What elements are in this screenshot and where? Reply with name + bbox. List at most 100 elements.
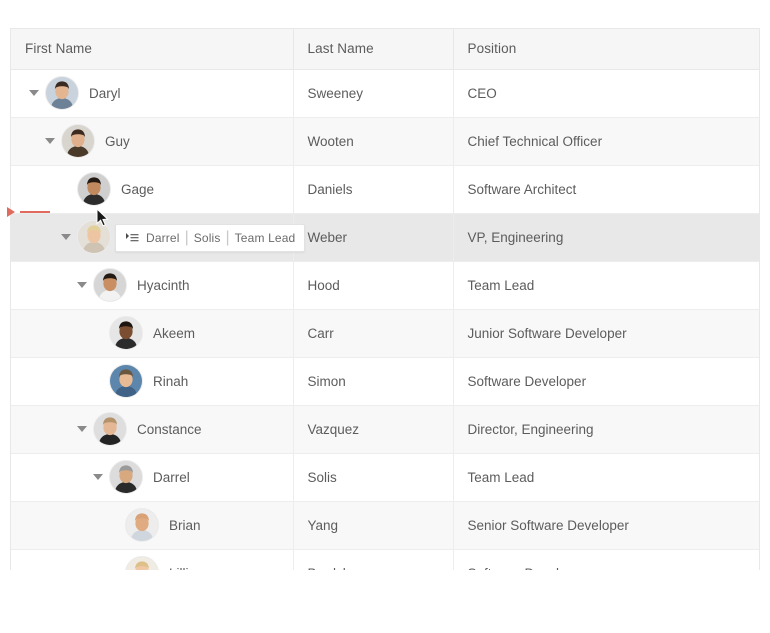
cell-first-name[interactable]: Guy	[11, 117, 294, 166]
tree-toggle-placeholder	[57, 180, 75, 198]
person-first-name: Rinah	[153, 373, 189, 389]
cell-position[interactable]: Software Developer	[453, 549, 759, 570]
cell-position[interactable]: Chief Technical Officer	[453, 117, 759, 166]
cell-last-name[interactable]: Carr	[293, 309, 454, 358]
table-row[interactable]: Daryl Sweeney CEO	[11, 69, 759, 118]
cell-last-name[interactable]: Vazquez	[293, 405, 454, 454]
tree-toggle-placeholder	[105, 516, 123, 534]
cell-first-name[interactable]: Gage	[11, 165, 294, 214]
cell-position[interactable]: Software Developer	[453, 357, 759, 406]
cell-first-name[interactable]: Constance	[11, 405, 294, 454]
person-first-name: Guy	[105, 133, 130, 149]
cell-last-name[interactable]: Simon	[293, 357, 454, 406]
cell-first-name[interactable]: Daryl	[11, 69, 294, 118]
avatar	[125, 556, 159, 570]
caret-down-icon	[29, 90, 39, 96]
table-row[interactable]: Guy Wooten Chief Technical Officer	[11, 117, 759, 166]
caret-down-icon	[45, 138, 55, 144]
caret-down-icon	[77, 426, 87, 432]
expand-collapse-toggle[interactable]	[73, 420, 91, 438]
person-first-name: Lillian	[169, 566, 204, 571]
cell-position[interactable]: Team Lead	[453, 261, 759, 310]
avatar	[125, 508, 159, 542]
table-row[interactable]: Akeem Carr Junior Software Developer	[11, 309, 759, 358]
cell-last-name[interactable]: Daniels	[293, 165, 454, 214]
tree-toggle-placeholder	[89, 372, 107, 390]
cell-position[interactable]: Team Lead	[453, 453, 759, 502]
cell-last-name[interactable]: Bradshaw	[293, 549, 454, 570]
cell-first-name[interactable]: Brian	[11, 501, 294, 550]
employee-treelist-table: First Name Last Name Position Daryl Sween…	[11, 29, 759, 571]
cell-position[interactable]: Director, Engineering	[453, 405, 759, 454]
avatar	[109, 316, 143, 350]
treelist-header: First Name Last Name Position	[11, 29, 759, 70]
expand-collapse-toggle[interactable]	[41, 132, 59, 150]
expand-collapse-toggle[interactable]	[89, 468, 107, 486]
cell-first-name[interactable]: Akeem	[11, 309, 294, 358]
table-row[interactable]: Lillian BradshawSoftware Developer	[11, 549, 759, 571]
avatar	[45, 76, 79, 110]
cell-position[interactable]: Junior Software Developer	[453, 309, 759, 358]
table-row[interactable]: Constance Vazquez Director, Engineering	[11, 405, 759, 454]
avatar	[77, 172, 111, 206]
avatar	[77, 220, 111, 254]
expand-collapse-toggle[interactable]	[57, 228, 75, 246]
tree-toggle-placeholder	[89, 324, 107, 342]
expand-collapse-toggle[interactable]	[25, 84, 43, 102]
table-row[interactable]: Gage Daniels Software Architect	[11, 165, 759, 214]
cell-first-name[interactable]: Darrel	[11, 453, 294, 502]
drag-tooltip-separator-1: |	[184, 229, 189, 246]
table-row[interactable]: Hyacinth Hood Team Lead	[11, 261, 759, 310]
cell-first-name[interactable]: Rinah	[11, 357, 294, 406]
cell-first-name[interactable]: Hyacinth	[11, 261, 294, 310]
person-first-name: Gage	[121, 181, 155, 197]
cell-last-name[interactable]: Yang	[293, 501, 454, 550]
drag-tooltip-first-name: Darrel	[146, 231, 180, 245]
avatar	[93, 412, 127, 446]
column-header-position[interactable]: Position	[453, 29, 759, 70]
drag-indicator-icon	[125, 232, 139, 244]
caret-down-icon	[93, 474, 103, 480]
person-first-name: Brian	[169, 517, 201, 533]
column-header-first-name[interactable]: First Name	[11, 29, 294, 70]
drag-tooltip-last-name: Solis	[193, 231, 221, 245]
person-first-name: Daryl	[89, 85, 121, 101]
cell-position[interactable]: Senior Software Developer	[453, 501, 759, 550]
person-first-name: Darrel	[153, 469, 190, 485]
expand-collapse-toggle[interactable]	[73, 276, 91, 294]
table-row[interactable]: Brian Yang Senior Software Developer	[11, 501, 759, 550]
person-first-name: Hyacinth	[137, 277, 190, 293]
caret-down-icon	[77, 282, 87, 288]
treelist-container[interactable]: First Name Last Name Position Daryl Sween…	[10, 28, 760, 570]
person-first-name: Constance	[137, 421, 202, 437]
person-first-name: Akeem	[153, 325, 196, 341]
drag-tooltip-position: Team Lead	[234, 231, 296, 245]
caret-down-icon	[61, 234, 71, 240]
cell-last-name[interactable]: Weber	[293, 213, 454, 262]
avatar	[109, 364, 143, 398]
cell-last-name[interactable]: Solis	[293, 453, 454, 502]
cell-last-name[interactable]: Sweeney	[293, 69, 454, 118]
cell-last-name[interactable]: Wooten	[293, 117, 454, 166]
cell-first-name[interactable]: Lillian	[11, 549, 294, 571]
column-header-last-name[interactable]: Last Name	[293, 29, 454, 70]
cell-position[interactable]: CEO	[453, 69, 759, 118]
table-row[interactable]: Rinah Simon Software Developer	[11, 357, 759, 406]
cell-position[interactable]: Software Architect	[453, 165, 759, 214]
avatar	[61, 124, 95, 158]
drag-tooltip-separator-2: |	[225, 229, 230, 246]
cell-position[interactable]: VP, Engineering	[453, 213, 759, 262]
avatar	[93, 268, 127, 302]
treelist-body: Daryl Sweeney CEO Guy Wooten Chief Technical …	[11, 69, 759, 571]
cell-last-name[interactable]: Hood	[293, 261, 454, 310]
tree-toggle-placeholder	[105, 564, 123, 570]
table-row[interactable]: Darrel Solis Team Lead	[11, 453, 759, 502]
